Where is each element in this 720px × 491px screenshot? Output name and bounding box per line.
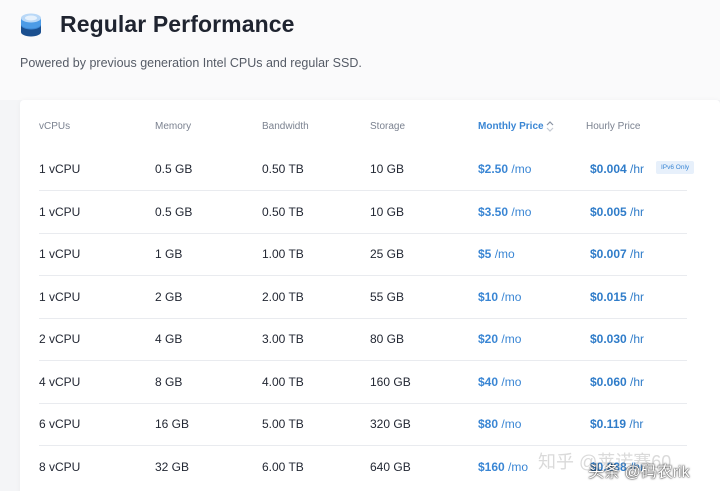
column-header-vcpus[interactable]: vCPUs: [39, 121, 70, 132]
column-header-storage[interactable]: Storage: [370, 121, 405, 132]
hourly-price-value: $0.005: [590, 205, 627, 219]
cell-storage: 160 GB: [370, 375, 411, 389]
hourly-price-value: $0.007: [590, 247, 627, 261]
cell-memory: 32 GB: [155, 460, 190, 474]
cell-bandwidth: 0.50 TB: [262, 162, 304, 176]
hourly-price-value: $0.030: [590, 332, 627, 346]
monthly-price-value: $20: [478, 332, 499, 346]
cell-bandwidth: 2.00 TB: [262, 290, 304, 304]
cell-bandwidth: 1.00 TB: [262, 247, 304, 261]
hourly-price-unit: /hr: [630, 375, 645, 389]
cell-hourly-price: $0.004 /hr: [590, 162, 644, 176]
cell-memory: 0.5 GB: [155, 162, 193, 176]
cell-hourly-price: $0.005 /hr: [590, 205, 644, 219]
monthly-price-value: $40: [478, 375, 499, 389]
cell-bandwidth: 5.00 TB: [262, 417, 304, 431]
hourly-price-unit: /hr: [629, 417, 644, 431]
cell-memory: 0.5 GB: [155, 205, 193, 219]
cell-monthly-price: $80 /mo: [478, 417, 521, 431]
table-row[interactable]: 2 vCPU 4 GB 3.00 TB 80 GB $20 /mo $0.030 /hr: [20, 318, 720, 360]
watermark-toutiao: 头条 @码农rik: [588, 464, 690, 481]
cell-storage: 25 GB: [370, 247, 405, 261]
cell-vcpus: 1 vCPU: [39, 205, 81, 219]
cell-hourly-price: $0.007 /hr: [590, 247, 644, 261]
table-row[interactable]: 1 vCPU 1 GB 1.00 TB 25 GB $5 /mo $0.007 /hr: [20, 233, 720, 275]
monthly-price-unit: /mo: [501, 290, 522, 304]
sort-arrows-icon[interactable]: [546, 120, 554, 132]
cell-vcpus: 1 vCPU: [39, 162, 81, 176]
hourly-price-unit: /hr: [630, 332, 645, 346]
cell-monthly-price: $2.50 /mo: [478, 162, 531, 176]
cell-monthly-price: $3.50 /mo: [478, 205, 531, 219]
cell-monthly-price: $5 /mo: [478, 247, 515, 261]
table-row[interactable]: 1 vCPU 0.5 GB 0.50 TB 10 GB $3.50 /mo $0.005 …: [20, 191, 720, 233]
server-stack-icon: [21, 13, 41, 37]
cell-monthly-price: $10 /mo: [478, 290, 521, 304]
cell-monthly-price: $20 /mo: [478, 332, 521, 346]
cell-memory: 1 GB: [155, 247, 183, 261]
cell-vcpus: 2 vCPU: [39, 332, 81, 346]
hourly-price-value: $0.015: [590, 290, 627, 304]
monthly-price-unit: /mo: [508, 460, 529, 474]
cell-storage: 320 GB: [370, 417, 411, 431]
monthly-price-unit: /mo: [511, 205, 532, 219]
cell-bandwidth: 6.00 TB: [262, 460, 304, 474]
cell-storage: 10 GB: [370, 162, 405, 176]
hourly-price-unit: /hr: [630, 162, 645, 176]
monthly-price-value: $10: [478, 290, 499, 304]
hourly-price-unit: /hr: [630, 290, 645, 304]
page-subtitle: Powered by previous generation Intel CPU…: [20, 56, 362, 70]
cell-monthly-price: $40 /mo: [478, 375, 521, 389]
cell-memory: 16 GB: [155, 417, 190, 431]
table-row[interactable]: 1 vCPU 0.5 GB 0.50 TB 10 GB $2.50 /mo $0.004 …: [20, 148, 720, 190]
cell-vcpus: 8 vCPU: [39, 460, 81, 474]
monthly-price-unit: /mo: [501, 332, 522, 346]
hourly-price-value: $0.004: [590, 162, 627, 176]
monthly-price-value: $80: [478, 417, 499, 431]
hourly-price-unit: /hr: [630, 247, 645, 261]
table-row[interactable]: 4 vCPU 8 GB 4.00 TB 160 GB $40 /mo $0.060 /hr: [20, 361, 720, 403]
cell-vcpus: 4 vCPU: [39, 375, 81, 389]
hourly-price-unit: /hr: [630, 205, 645, 219]
cell-vcpus: 1 vCPU: [39, 290, 81, 304]
monthly-price-unit: /mo: [511, 162, 532, 176]
cell-vcpus: 6 vCPU: [39, 417, 81, 431]
cell-memory: 4 GB: [155, 332, 183, 346]
column-header-hourly-price[interactable]: Hourly Price: [586, 121, 640, 132]
cell-hourly-price: $0.060 /hr: [590, 375, 644, 389]
column-header-monthly-price[interactable]: Monthly Price: [478, 121, 544, 132]
monthly-price-unit: /mo: [494, 247, 515, 261]
table-row[interactable]: 6 vCPU 16 GB 5.00 TB 320 GB $80 /mo $0.119 /h…: [20, 403, 720, 445]
hourly-price-value: $0.119: [590, 417, 627, 431]
hourly-price-value: $0.060: [590, 375, 627, 389]
monthly-price-value: $5: [478, 247, 492, 261]
cell-memory: 8 GB: [155, 375, 183, 389]
table-header: vCPUs Memory Bandwidth Storage Monthly P…: [20, 112, 720, 142]
cell-bandwidth: 0.50 TB: [262, 205, 304, 219]
cell-monthly-price: $160 /mo: [478, 460, 528, 474]
table-row[interactable]: 1 vCPU 2 GB 2.00 TB 55 GB $10 /mo $0.015 /hr: [20, 276, 720, 318]
monthly-price-unit: /mo: [501, 375, 522, 389]
ipv6-only-badge: IPv6 Only: [656, 161, 695, 174]
monthly-price-value: $160: [478, 460, 505, 474]
monthly-price-value: $3.50: [478, 205, 509, 219]
cell-hourly-price: $0.119 /hr: [590, 417, 643, 431]
column-header-memory[interactable]: Memory: [155, 121, 191, 132]
cell-vcpus: 1 vCPU: [39, 247, 81, 261]
cell-bandwidth: 3.00 TB: [262, 332, 304, 346]
cell-hourly-price: $0.030 /hr: [590, 332, 644, 346]
page-header: Regular Performance Powered by previous …: [0, 0, 720, 100]
cell-hourly-price: $0.015 /hr: [590, 290, 644, 304]
pricing-table: vCPUs Memory Bandwidth Storage Monthly P…: [20, 100, 720, 491]
cell-memory: 2 GB: [155, 290, 183, 304]
page-title: Regular Performance: [60, 11, 295, 37]
cell-storage: 10 GB: [370, 205, 405, 219]
monthly-price-value: $2.50: [478, 162, 509, 176]
cell-storage: 55 GB: [370, 290, 405, 304]
cell-bandwidth: 4.00 TB: [262, 375, 304, 389]
monthly-price-unit: /mo: [501, 417, 522, 431]
cell-storage: 640 GB: [370, 460, 411, 474]
cell-storage: 80 GB: [370, 332, 405, 346]
column-header-bandwidth[interactable]: Bandwidth: [262, 121, 309, 132]
